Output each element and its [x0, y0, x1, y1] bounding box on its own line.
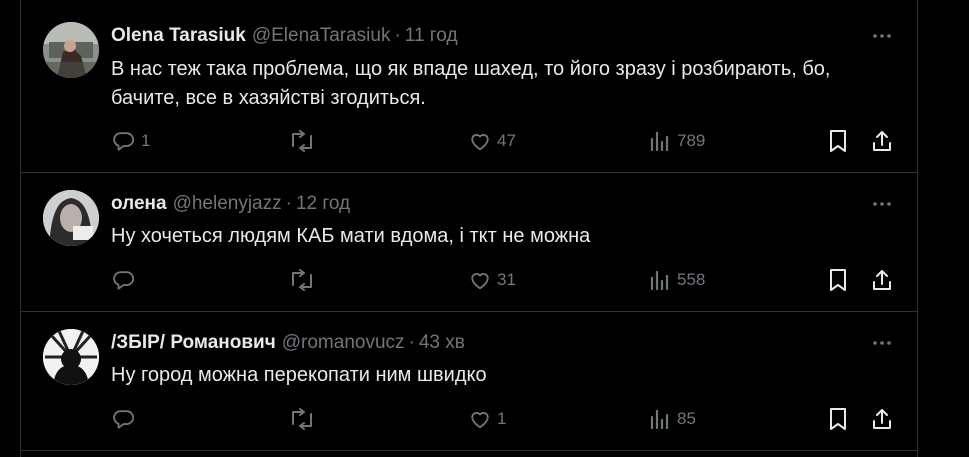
- views-icon: [650, 131, 669, 152]
- post-text: Ну хочеться людям КАБ мати вдома, і ткт …: [111, 222, 881, 251]
- views-icon: [650, 270, 669, 291]
- like-count: 1: [497, 409, 507, 428]
- heart-icon: [471, 412, 489, 429]
- like-button[interactable]: 47: [469, 128, 516, 154]
- bookmark-button[interactable]: [827, 128, 849, 154]
- avatar[interactable]: [43, 329, 99, 385]
- bookmark-icon: [830, 408, 846, 430]
- repost-icon: [292, 269, 312, 291]
- repost-button[interactable]: [289, 267, 321, 293]
- views-button[interactable]: 558: [649, 267, 705, 293]
- post-text-line: Ну хочеться людям КАБ мати вдома, і ткт …: [111, 225, 591, 247]
- timestamp[interactable]: 11 год: [405, 25, 458, 46]
- separator-dot: ·: [285, 193, 292, 214]
- share-button[interactable]: [871, 267, 893, 293]
- like-count: 47: [497, 131, 516, 150]
- view-count: 789: [677, 131, 706, 150]
- like-button[interactable]: 1: [469, 406, 506, 432]
- timestamp[interactable]: 43 хв: [419, 332, 465, 353]
- share-icon: [873, 409, 891, 429]
- share-icon: [873, 131, 891, 151]
- share-button[interactable]: [871, 406, 893, 432]
- author-name[interactable]: /ЗБІР/ Романович: [111, 332, 276, 353]
- like-count: 31: [497, 270, 516, 289]
- post-text-line: бачите, все в хазяйстві згодиться.: [111, 87, 426, 109]
- reply-post[interactable]: олена @helenyjazz · 12 год Ну хочеться людя…: [21, 172, 917, 312]
- repost-icon: [292, 130, 312, 152]
- reply-icon: [113, 410, 135, 429]
- post-header: Olena Tarasiuk @ElenaTarasiuk · 11 год: [111, 25, 458, 47]
- avatar[interactable]: [43, 22, 99, 78]
- more-icon[interactable]: [871, 25, 893, 47]
- avatar[interactable]: [43, 190, 99, 246]
- like-button[interactable]: 31: [469, 267, 516, 293]
- post-text-line: В нас теж така проблема, що як впаде шах…: [111, 58, 831, 80]
- heart-icon: [471, 134, 489, 151]
- reply-post[interactable]: /ЗБІР/ Романович @romanovucz · 43 хв Ну гор…: [21, 311, 917, 451]
- bookmark-button[interactable]: [827, 406, 849, 432]
- share-button[interactable]: [871, 128, 893, 154]
- timeline: Olena Tarasiuk @ElenaTarasiuk · 11 год В на…: [20, 0, 918, 457]
- timestamp[interactable]: 12 год: [296, 193, 350, 214]
- author-name[interactable]: олена: [111, 193, 167, 214]
- bookmark-icon: [830, 130, 846, 152]
- post-header: олена @helenyjazz · 12 год: [111, 193, 350, 215]
- separator-dot: ·: [394, 25, 401, 46]
- views-icon: [650, 409, 669, 430]
- separator-dot: ·: [408, 332, 415, 353]
- reply-button[interactable]: [113, 406, 141, 432]
- views-button[interactable]: 789: [649, 128, 705, 154]
- view-count: 558: [677, 270, 706, 289]
- repost-button[interactable]: [289, 406, 321, 432]
- repost-icon: [292, 408, 312, 430]
- reply-icon: [113, 132, 135, 151]
- post-text-line: Ну город можна перекопати ним швидко: [111, 364, 487, 386]
- author-handle[interactable]: @romanovucz: [282, 332, 405, 353]
- post-header: /ЗБІР/ Романович @romanovucz · 43 хв: [111, 332, 465, 354]
- bookmark-button[interactable]: [827, 267, 849, 293]
- bookmark-icon: [830, 269, 846, 291]
- share-icon: [873, 270, 891, 290]
- author-name[interactable]: Olena Tarasiuk: [111, 25, 246, 46]
- repost-button[interactable]: [289, 128, 321, 154]
- reply-button[interactable]: [113, 267, 141, 293]
- heart-icon: [471, 273, 489, 290]
- more-icon[interactable]: [871, 332, 893, 354]
- reply-icon: [113, 271, 135, 290]
- more-icon[interactable]: [871, 193, 893, 215]
- post-text: В нас теж така проблема, що як впаде шах…: [111, 55, 881, 113]
- reply-button[interactable]: 1: [113, 128, 150, 154]
- views-button[interactable]: 85: [649, 406, 696, 432]
- reply-count: 1: [141, 131, 151, 150]
- post-text: Ну город можна перекопати ним швидко: [111, 361, 881, 390]
- author-handle[interactable]: @helenyjazz: [173, 193, 282, 214]
- reply-post[interactable]: Olena Tarasiuk @ElenaTarasiuk · 11 год В на…: [21, 0, 917, 173]
- author-handle[interactable]: @ElenaTarasiuk: [252, 25, 391, 46]
- view-count: 85: [677, 409, 696, 428]
